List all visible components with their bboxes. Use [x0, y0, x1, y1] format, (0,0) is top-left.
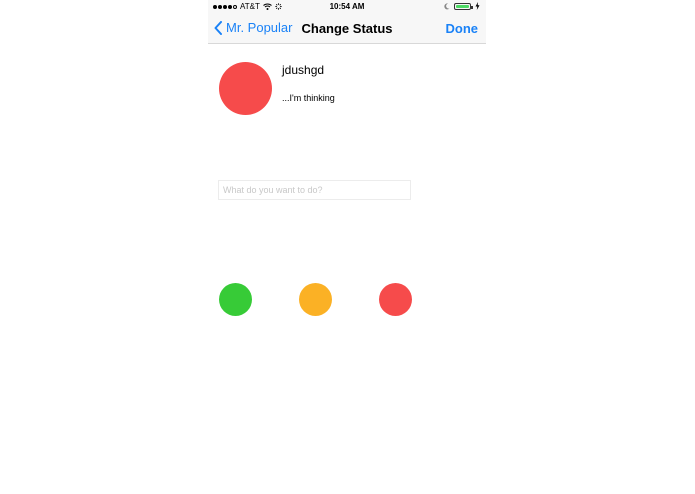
status-option-red[interactable]	[379, 283, 412, 316]
back-button-label: Mr. Popular	[226, 20, 293, 35]
status-bar: AT&T 10:54 AM	[208, 0, 486, 14]
moon-icon	[444, 2, 450, 9]
avatar	[219, 62, 272, 115]
status-option-orange[interactable]	[299, 283, 332, 316]
status-option-green[interactable]	[219, 283, 252, 316]
navigation-bar: Mr. Popular Change Status Done	[208, 14, 486, 44]
back-button[interactable]: Mr. Popular	[214, 20, 292, 35]
phone-screen: AT&T 10:54 AM Mr. Popular Change Status …	[208, 0, 486, 494]
charging-bolt-icon	[475, 2, 480, 10]
current-status-text: ...I'm thinking	[282, 93, 335, 103]
username: jdushgd	[282, 63, 325, 77]
chevron-left-icon	[214, 20, 222, 35]
battery-icon	[454, 2, 473, 10]
done-button[interactable]: Done	[446, 21, 479, 36]
activity-input[interactable]	[218, 180, 411, 200]
status-bar-right	[444, 2, 480, 10]
